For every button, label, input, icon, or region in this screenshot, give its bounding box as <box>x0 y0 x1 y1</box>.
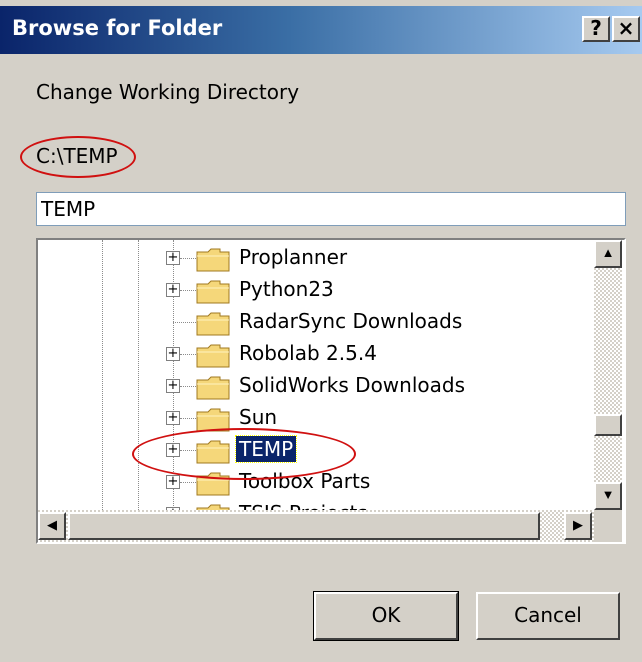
tree-connector <box>173 322 196 323</box>
tree-item[interactable]: + SolidWorks Downloads <box>38 370 590 402</box>
title-bar[interactable]: Browse for Folder ? × <box>0 6 642 54</box>
tree-item-label: Sun <box>239 405 278 429</box>
scroll-up-button[interactable]: ▲ <box>594 240 622 268</box>
tree-connector <box>180 258 196 259</box>
vertical-scroll-thumb[interactable] <box>594 414 622 436</box>
help-button[interactable]: ? <box>582 16 610 42</box>
tree-item[interactable]: + Proplanner <box>38 242 590 274</box>
scroll-down-button[interactable]: ▼ <box>594 482 622 510</box>
horizontal-scroll-thumb[interactable] <box>68 512 540 540</box>
folder-name-input[interactable] <box>36 192 626 226</box>
tree-item-label: Robolab 2.5.4 <box>239 341 377 365</box>
folder-tree[interactable]: + Proplanner + Python23 RadarSync Downloads +… <box>36 238 626 544</box>
expand-icon[interactable]: + <box>166 283 180 297</box>
folder-icon <box>196 280 232 304</box>
tree-connector <box>180 418 196 419</box>
tree-item[interactable]: + Robolab 2.5.4 <box>38 338 590 370</box>
scroll-right-button[interactable]: ▶ <box>564 512 592 540</box>
scroll-left-button[interactable]: ◀ <box>38 512 66 540</box>
folder-icon <box>196 312 232 336</box>
close-button[interactable]: × <box>612 16 640 42</box>
tree-connector <box>180 386 196 387</box>
expand-icon[interactable]: + <box>166 475 180 489</box>
tree-item-label: RadarSync Downloads <box>239 309 463 333</box>
folder-icon <box>196 344 232 368</box>
description-text: Change Working Directory <box>36 80 300 104</box>
ok-button[interactable]: OK <box>313 591 459 641</box>
folder-icon <box>196 376 232 400</box>
tree-item[interactable]: RadarSync Downloads <box>38 306 590 338</box>
path-annotation-circle <box>20 136 136 178</box>
tree-connector <box>180 482 196 483</box>
expand-icon[interactable]: + <box>166 379 180 393</box>
temp-annotation-circle <box>132 428 356 480</box>
vertical-scrollbar[interactable]: ▲ ▼ <box>594 240 622 510</box>
expand-icon[interactable]: + <box>166 347 180 361</box>
tree-connector <box>180 354 196 355</box>
expand-icon[interactable]: + <box>166 251 180 265</box>
tree-connector <box>180 290 196 291</box>
folder-icon <box>196 248 232 272</box>
tree-item[interactable]: + Sun <box>38 402 590 434</box>
tree-item-label: SolidWorks Downloads <box>239 373 465 397</box>
tree-item-label: Python23 <box>239 277 334 301</box>
tree-item[interactable]: + Python23 <box>38 274 590 306</box>
expand-icon[interactable]: + <box>166 411 180 425</box>
scrollbar-corner <box>594 510 622 542</box>
cancel-button[interactable]: Cancel <box>476 592 620 640</box>
horizontal-scrollbar[interactable]: ◀ ▶ <box>38 510 594 542</box>
browse-for-folder-dialog: Browse for Folder ? × Change Working Dir… <box>0 0 642 662</box>
tree-item-label: Proplanner <box>239 245 348 269</box>
window-title: Browse for Folder <box>12 16 223 40</box>
